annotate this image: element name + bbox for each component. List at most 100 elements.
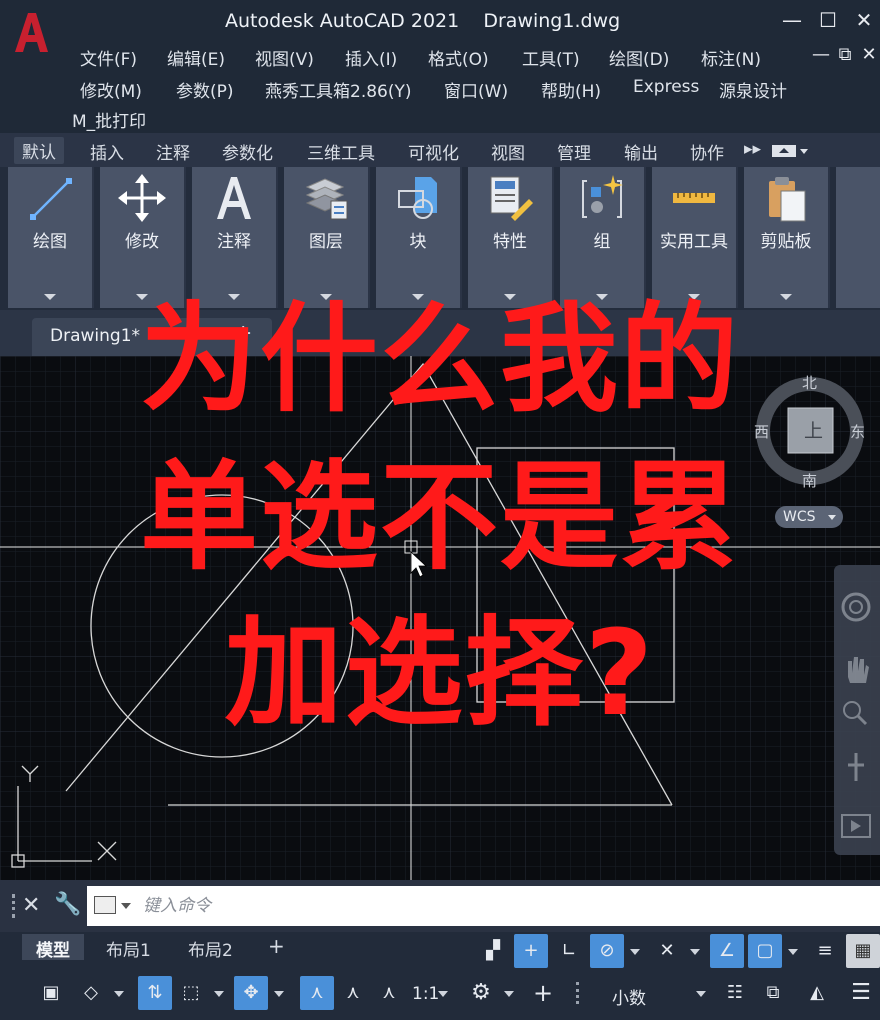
- chevron-down-icon[interactable]: [628, 934, 642, 968]
- panel-group-label: 组: [593, 232, 611, 252]
- annotation-visibility-icon[interactable]: ⋏: [300, 976, 334, 1010]
- tab-3d-tools[interactable]: 三维工具: [307, 139, 375, 164]
- units-dropdown[interactable]: 小数: [572, 976, 712, 1010]
- ortho-icon[interactable]: ∟: [552, 934, 586, 968]
- annotation-scale-icon[interactable]: ⋏: [372, 976, 406, 1010]
- viewcube-east[interactable]: 东: [850, 421, 865, 442]
- panel-properties[interactable]: 特性: [468, 167, 554, 308]
- chevron-down-icon[interactable]: [112, 976, 126, 1010]
- panel-utilities[interactable]: 实用工具: [652, 167, 738, 308]
- menu-express[interactable]: Express: [633, 77, 699, 97]
- object-snap-tracking-icon[interactable]: ∠: [710, 934, 744, 968]
- tab-model[interactable]: 模型: [22, 934, 84, 961]
- menu-batch-plot[interactable]: M_批打印: [72, 107, 146, 132]
- menu-dimension[interactable]: 标注(N): [701, 45, 761, 70]
- properties-icon: [490, 176, 533, 221]
- customization-menu-icon[interactable]: ☰: [844, 976, 878, 1010]
- panel-block[interactable]: 块: [376, 167, 462, 308]
- menu-yuanquan[interactable]: 源泉设计: [719, 77, 787, 102]
- polar-tracking-icon[interactable]: ⊘: [590, 934, 624, 968]
- menu-window[interactable]: 窗口(W): [444, 77, 508, 102]
- transparency-icon[interactable]: ▦: [846, 934, 880, 968]
- ribbon-panels: 绘图 修改 注释 图层 块 特性 组 实用工具 剪贴板: [0, 167, 880, 310]
- tab-output[interactable]: 输出: [624, 139, 658, 164]
- tab-parametric[interactable]: 参数化: [222, 139, 273, 164]
- line-icon: [30, 178, 72, 220]
- grid-icon[interactable]: ▞: [476, 934, 510, 968]
- minimize-button[interactable]: —: [778, 8, 806, 32]
- command-history-icon[interactable]: [94, 896, 116, 914]
- panel-layers[interactable]: 图层: [284, 167, 370, 308]
- maximize-button[interactable]: ☐: [814, 8, 842, 32]
- chevron-down-icon[interactable]: [272, 976, 286, 1010]
- menu-format[interactable]: 格式(O): [428, 45, 489, 70]
- selection-cycling-icon[interactable]: ▣: [34, 976, 68, 1010]
- viewcube-top-face[interactable]: 上: [804, 416, 823, 443]
- tab-layout1[interactable]: 布局1: [92, 934, 165, 961]
- ribbon-options-icon[interactable]: [800, 149, 808, 154]
- window-title: Autodesk AutoCAD 2021 Drawing1.dwg: [225, 10, 621, 32]
- more-tabs-icon[interactable]: ▸▸: [744, 139, 761, 159]
- chevron-down-icon[interactable]: [121, 903, 131, 909]
- chevron-down-icon[interactable]: [786, 934, 800, 968]
- close-icon[interactable]: ✕: [22, 893, 40, 918]
- selection-filter-icon[interactable]: ⬚: [174, 976, 208, 1010]
- panel-clipboard[interactable]: 剪贴板: [744, 167, 830, 308]
- tab-default[interactable]: 默认: [14, 137, 64, 164]
- doc-close-button[interactable]: ✕: [856, 44, 880, 65]
- doc-minimize-button[interactable]: —: [808, 44, 834, 65]
- auto-scale-icon[interactable]: ⋏: [336, 976, 370, 1010]
- menu-yanxiu-toolbox[interactable]: 燕秀工具箱2.86(Y): [265, 77, 412, 102]
- add-layout-icon[interactable]: +: [258, 934, 295, 960]
- ribbon-tab-bar: 默认 插入 注释 参数化 三维工具 可视化 视图 管理 输出 协作 ▸▸: [0, 133, 880, 167]
- tab-layout2[interactable]: 布局2: [174, 934, 247, 961]
- menu-edit[interactable]: 编辑(E): [167, 45, 225, 70]
- object-snap-icon[interactable]: ▢: [748, 934, 782, 968]
- dynamic-ucs-icon[interactable]: ⇅: [138, 976, 172, 1010]
- tab-visualize[interactable]: 可视化: [408, 139, 459, 164]
- tab-collaborate[interactable]: 协作: [690, 139, 724, 164]
- panel-utilities-label: 实用工具: [660, 232, 728, 252]
- snap-icon[interactable]: +: [514, 934, 548, 968]
- chevron-down-icon[interactable]: [212, 976, 226, 1010]
- gear-icon[interactable]: ⚙: [464, 976, 498, 1010]
- panel-draw[interactable]: 绘图: [8, 167, 94, 308]
- menu-parametric[interactable]: 参数(P): [176, 77, 234, 102]
- tab-insert[interactable]: 插入: [90, 139, 124, 164]
- drag-handle[interactable]: [12, 894, 15, 918]
- tab-annotate[interactable]: 注释: [156, 139, 190, 164]
- tab-view[interactable]: 视图: [491, 139, 525, 164]
- menu-file[interactable]: 文件(F): [80, 45, 137, 70]
- block-icon: [398, 177, 437, 219]
- menu-help[interactable]: 帮助(H): [541, 77, 601, 102]
- quick-properties-icon[interactable]: ☷: [718, 976, 752, 1010]
- menu-modify[interactable]: 修改(M): [80, 77, 142, 102]
- doc-restore-button[interactable]: ⧉: [832, 44, 858, 65]
- wrench-icon[interactable]: 🔧: [54, 892, 81, 917]
- isolate-objects-icon[interactable]: ⧉: [756, 976, 790, 1010]
- command-input[interactable]: [87, 886, 880, 926]
- menu-draw[interactable]: 绘图(D): [609, 45, 669, 70]
- chevron-down-icon[interactable]: [502, 976, 516, 1010]
- viewcube-west[interactable]: 西: [754, 421, 769, 442]
- menu-insert[interactable]: 插入(I): [345, 45, 397, 70]
- ribbon-minimize-icon[interactable]: [772, 145, 796, 157]
- gizmo-icon[interactable]: ✥: [234, 976, 268, 1010]
- plus-icon[interactable]: +: [526, 976, 560, 1010]
- panel-annotation[interactable]: 注释: [192, 167, 278, 308]
- chevron-down-icon[interactable]: [688, 934, 702, 968]
- panel-group[interactable]: 组: [560, 167, 646, 308]
- menu-view[interactable]: 视图(V): [255, 45, 314, 70]
- isodraft-icon[interactable]: ✕: [650, 934, 684, 968]
- close-button[interactable]: ✕: [850, 8, 878, 32]
- graphics-performance-icon[interactable]: ◭: [800, 976, 834, 1010]
- panel-modify[interactable]: 修改: [100, 167, 186, 308]
- panel-layers-label: 图层: [309, 232, 343, 252]
- chevron-down-icon[interactable]: [436, 976, 450, 1010]
- panel-annotation-label: 注释: [217, 232, 251, 252]
- menu-tools[interactable]: 工具(T): [522, 45, 580, 70]
- autocad-logo[interactable]: [12, 10, 50, 54]
- tab-manage[interactable]: 管理: [557, 139, 591, 164]
- 3d-osnap-icon[interactable]: ◇: [74, 976, 108, 1010]
- lineweight-icon[interactable]: ≡: [808, 934, 842, 968]
